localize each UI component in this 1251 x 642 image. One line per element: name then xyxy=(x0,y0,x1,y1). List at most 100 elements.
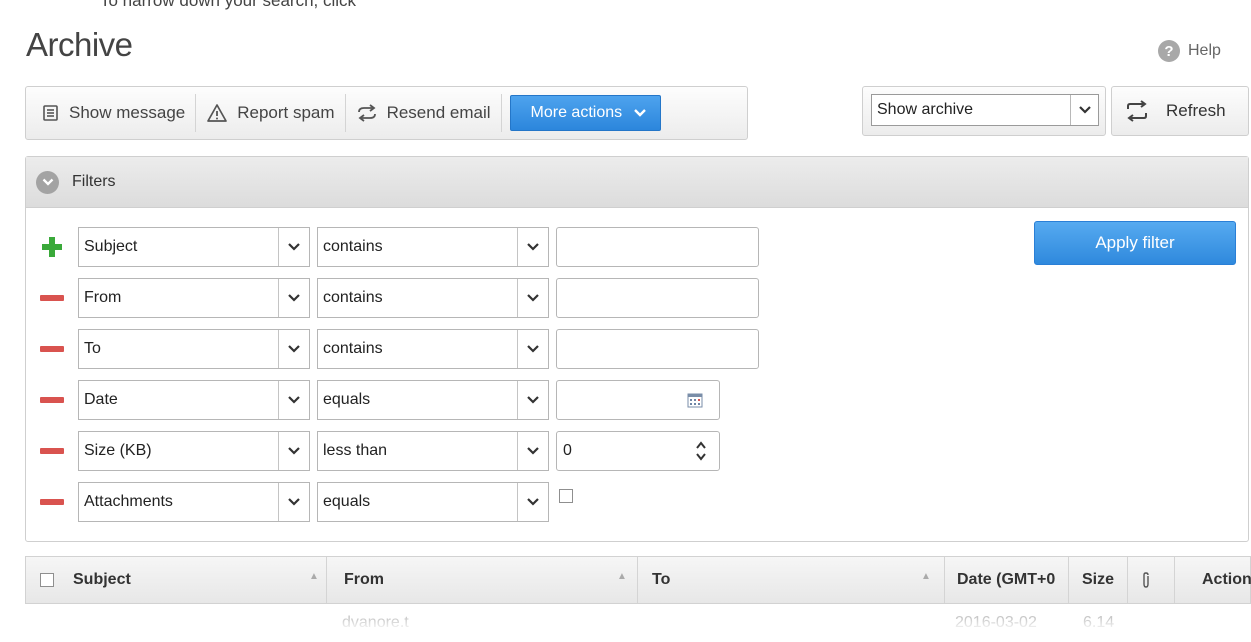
archive-select-value: Show archive xyxy=(877,101,974,118)
filter-field-select[interactable]: Attachments xyxy=(78,482,310,522)
column-divider xyxy=(1174,557,1175,603)
column-divider xyxy=(1127,557,1128,603)
instruction-text-fragment: To narrow down your search, click xyxy=(100,0,357,10)
chevron-down-icon xyxy=(517,381,548,419)
filter-operator-select[interactable]: less than xyxy=(317,431,549,471)
filter-operator-select[interactable]: contains xyxy=(317,329,549,369)
chevron-down-icon xyxy=(278,432,309,470)
more-actions-button[interactable]: More actions xyxy=(509,95,662,131)
remove-filter-icon[interactable] xyxy=(40,337,64,361)
filter-field-select[interactable]: Size (KB) xyxy=(78,431,310,471)
column-label: To xyxy=(652,571,671,588)
column-label: Action xyxy=(1202,571,1251,588)
help-label: Help xyxy=(1188,42,1221,59)
add-filter-icon[interactable] xyxy=(40,235,64,259)
filter-value-input[interactable] xyxy=(556,278,759,318)
chevron-down-icon xyxy=(278,381,309,419)
sort-arrow-icon: ▲ xyxy=(617,571,627,582)
paperclip-icon xyxy=(1143,572,1149,588)
refresh-label: Refresh xyxy=(1166,101,1226,120)
help-icon: ? xyxy=(1158,40,1180,62)
column-header-from[interactable]: From xyxy=(344,557,614,603)
column-divider xyxy=(944,557,945,603)
message-icon xyxy=(43,105,58,121)
chevron-down-icon xyxy=(517,228,548,266)
filter-value-input[interactable] xyxy=(556,329,759,369)
filter-field-value: Date xyxy=(84,391,118,408)
filters-panel: Filters Subject contains From contains T… xyxy=(25,156,1249,542)
filter-value-input[interactable] xyxy=(556,227,759,267)
page-title: Archive xyxy=(26,26,133,63)
message-toolbar: Show message Report spam Resend email Mo… xyxy=(25,86,748,140)
select-all-checkbox[interactable] xyxy=(40,573,54,587)
apply-filter-button[interactable]: Apply filter xyxy=(1034,221,1236,265)
chevron-down-icon xyxy=(517,330,548,368)
remove-filter-icon[interactable] xyxy=(40,388,64,412)
column-divider xyxy=(637,557,638,603)
calendar-icon[interactable] xyxy=(687,392,703,408)
filter-size-input[interactable]: 0 xyxy=(556,431,720,471)
column-header-to[interactable]: To xyxy=(652,557,922,603)
refresh-button[interactable]: Refresh xyxy=(1111,86,1249,136)
remove-filter-icon[interactable] xyxy=(40,490,64,514)
column-label: From xyxy=(344,571,384,588)
chevron-down-icon xyxy=(517,432,548,470)
filter-field-select[interactable]: Subject xyxy=(78,227,310,267)
filter-field-select[interactable]: From xyxy=(78,278,310,318)
filter-field-value: Subject xyxy=(84,238,138,255)
torn-edge-overlay xyxy=(0,618,1251,642)
toolbar-divider xyxy=(500,94,502,132)
column-header-subject[interactable]: Subject xyxy=(73,557,323,603)
column-label: Subject xyxy=(73,571,131,588)
filter-operator-value: less than xyxy=(323,442,388,459)
filter-operator-value: contains xyxy=(323,340,383,357)
filter-field-select[interactable]: To xyxy=(78,329,310,369)
resend-email-button[interactable]: Resend email xyxy=(346,93,501,133)
show-message-button[interactable]: Show message xyxy=(32,93,195,133)
archive-selector-container: Show archive xyxy=(862,86,1106,136)
chevron-down-icon xyxy=(517,279,548,317)
column-label: Size xyxy=(1082,571,1115,588)
show-message-label: Show message xyxy=(69,103,186,122)
filter-operator-select[interactable]: contains xyxy=(317,278,549,318)
column-divider xyxy=(326,557,327,603)
filter-date-input[interactable] xyxy=(556,380,720,420)
stepper-arrows-icon[interactable] xyxy=(691,440,711,462)
chevron-down-icon xyxy=(278,279,309,317)
chevron-down-icon xyxy=(517,483,548,521)
report-spam-button[interactable]: Report spam xyxy=(196,93,344,133)
filters-header[interactable]: Filters xyxy=(26,157,1248,208)
filter-size-value: 0 xyxy=(563,442,572,459)
chevron-down-icon xyxy=(634,109,646,117)
column-label: Date (GMT+0 xyxy=(957,571,1056,588)
warning-icon xyxy=(207,104,228,122)
sort-arrow-icon: ▲ xyxy=(309,571,319,582)
column-header-date[interactable]: Date (GMT+0 xyxy=(957,557,1067,603)
resend-email-label: Resend email xyxy=(386,103,491,122)
filter-field-value: From xyxy=(84,289,122,306)
attachments-checkbox[interactable] xyxy=(559,489,573,503)
message-table-header: Subject ▲ From ▲ To ▲ Date (GMT+0 Size A… xyxy=(25,556,1251,604)
chevron-down-icon xyxy=(278,228,309,266)
resend-icon xyxy=(357,104,376,122)
filter-operator-select[interactable]: equals xyxy=(317,482,549,522)
archive-select[interactable]: Show archive xyxy=(871,94,1099,126)
collapse-chevron-icon xyxy=(36,170,59,194)
filters-title: Filters xyxy=(72,173,116,190)
filter-operator-value: equals xyxy=(323,493,371,510)
help-link[interactable]: ? Help xyxy=(1158,40,1221,62)
remove-filter-icon[interactable] xyxy=(40,286,64,310)
filter-field-select[interactable]: Date xyxy=(78,380,310,420)
filter-field-value: To xyxy=(84,340,101,357)
remove-filter-icon[interactable] xyxy=(40,439,64,463)
column-header-attachment[interactable] xyxy=(1140,557,1170,603)
sort-arrow-icon: ▲ xyxy=(921,571,931,582)
chevron-down-icon xyxy=(1070,95,1098,125)
filter-operator-select[interactable]: contains xyxy=(317,227,549,267)
column-header-action[interactable]: Action xyxy=(1202,557,1251,603)
column-header-size[interactable]: Size xyxy=(1082,557,1127,603)
filter-operator-select[interactable]: equals xyxy=(317,380,549,420)
column-divider xyxy=(1068,557,1069,603)
filter-field-value: Attachments xyxy=(84,493,173,510)
filter-field-value: Size (KB) xyxy=(84,442,152,459)
